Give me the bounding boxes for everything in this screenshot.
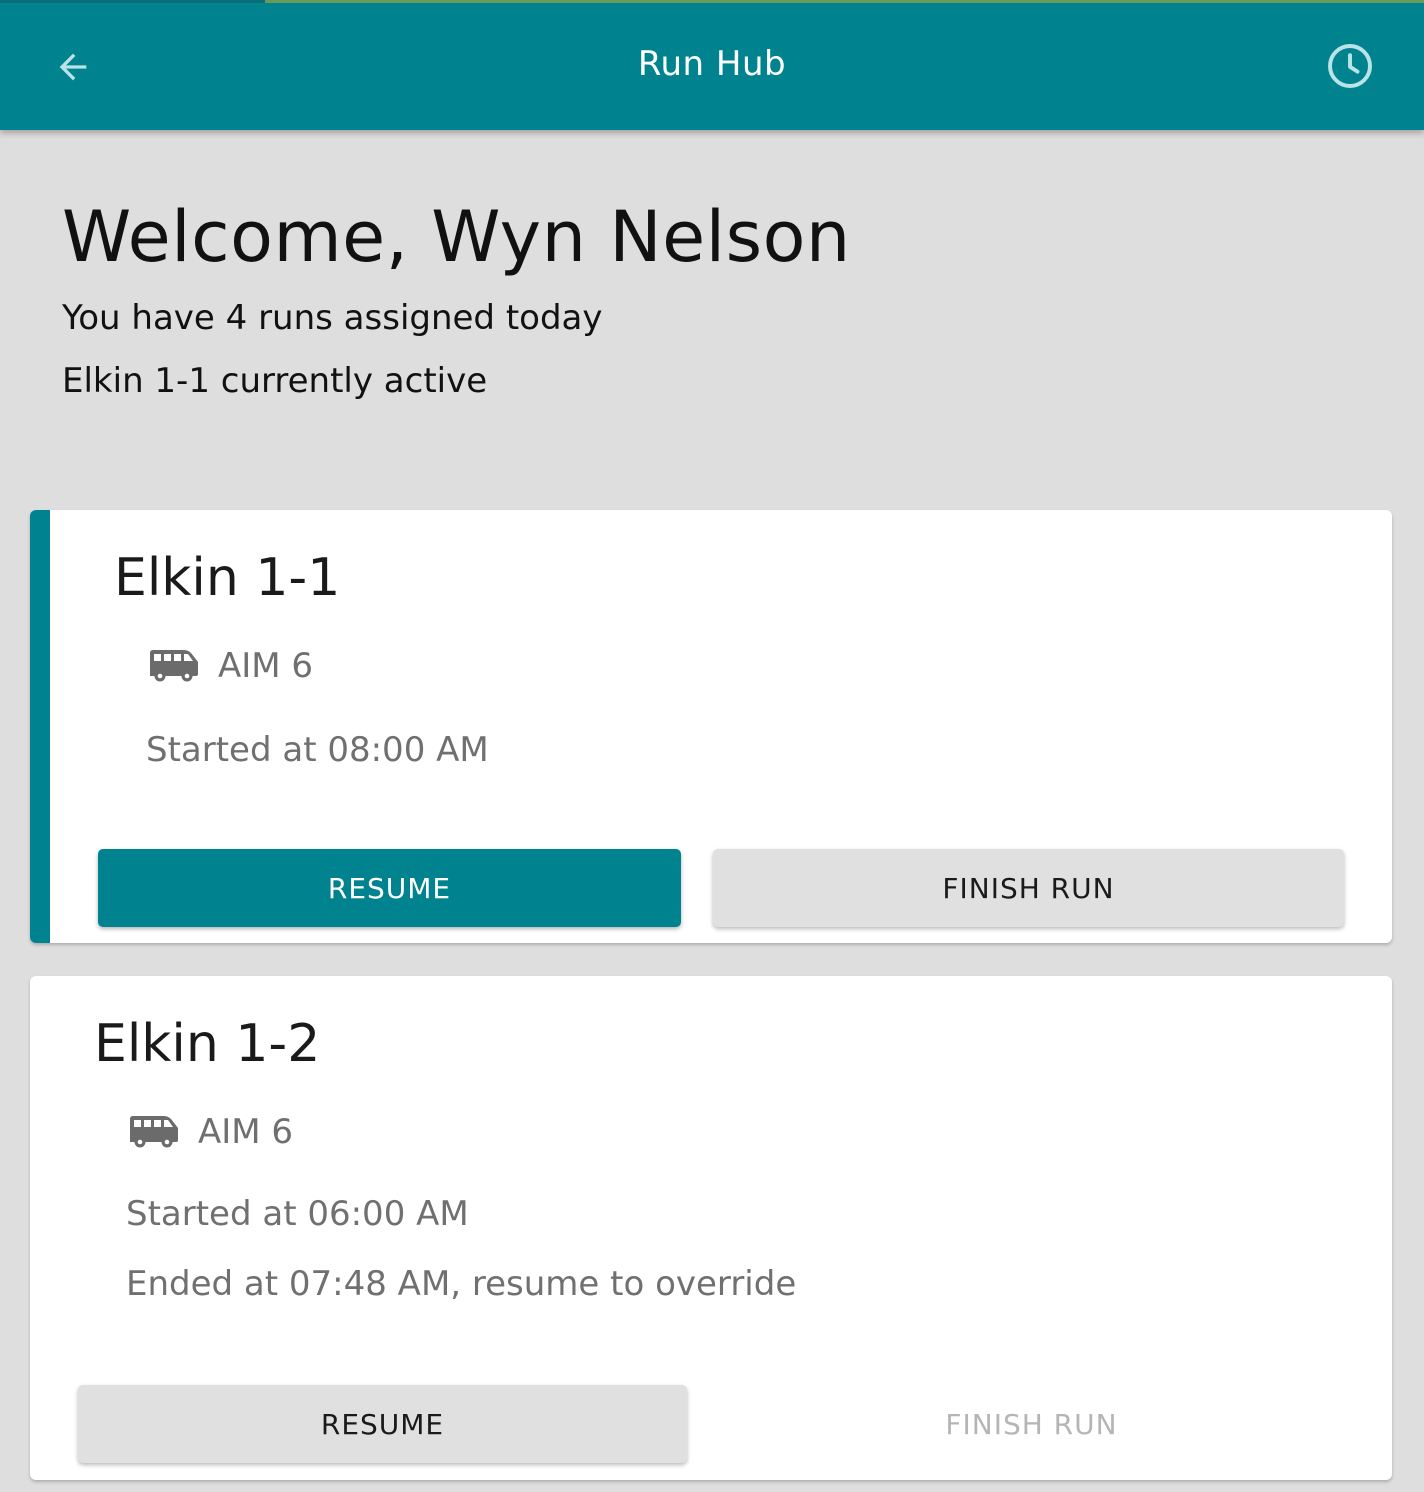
loading-progress-bar — [0, 0, 1424, 3]
app-bar: Run Hub — [0, 0, 1424, 130]
vehicle-row: AIM 6 — [128, 1112, 293, 1152]
clock-icon — [1328, 44, 1372, 88]
history-button[interactable] — [1320, 36, 1380, 96]
run-start-time: Started at 08:00 AM — [146, 730, 489, 770]
welcome-heading: Welcome, Wyn Nelson — [62, 196, 851, 278]
run-card: Elkin 1-2 AIM 6 Started at 06:00 AM Ende… — [30, 976, 1392, 1480]
resume-button[interactable]: RESUME — [78, 1385, 687, 1463]
run-card: Elkin 1-1 AIM 6 Started at 08:00 AM RESU… — [30, 510, 1392, 943]
resume-button[interactable]: RESUME — [98, 849, 681, 927]
bus-icon — [150, 650, 198, 682]
run-start-time: Started at 06:00 AM — [126, 1194, 469, 1234]
vehicle-row: AIM 6 — [148, 646, 313, 686]
active-run-text: Elkin 1-1 currently active — [62, 361, 488, 401]
run-end-time: Ended at 07:48 AM, resume to override — [126, 1264, 797, 1304]
run-name: Elkin 1-1 — [114, 548, 341, 608]
vehicle-name: AIM 6 — [218, 646, 314, 686]
run-name: Elkin 1-2 — [94, 1014, 321, 1074]
runs-assigned-text: You have 4 runs assigned today — [62, 298, 603, 338]
active-indicator — [30, 510, 50, 943]
bus-icon — [130, 1116, 178, 1148]
finish-run-button[interactable]: FINISH RUN — [713, 849, 1344, 927]
vehicle-name: AIM 6 — [198, 1112, 294, 1152]
page-title: Run Hub — [637, 44, 787, 84]
finish-run-button: FINISH RUN — [945, 1407, 1118, 1441]
